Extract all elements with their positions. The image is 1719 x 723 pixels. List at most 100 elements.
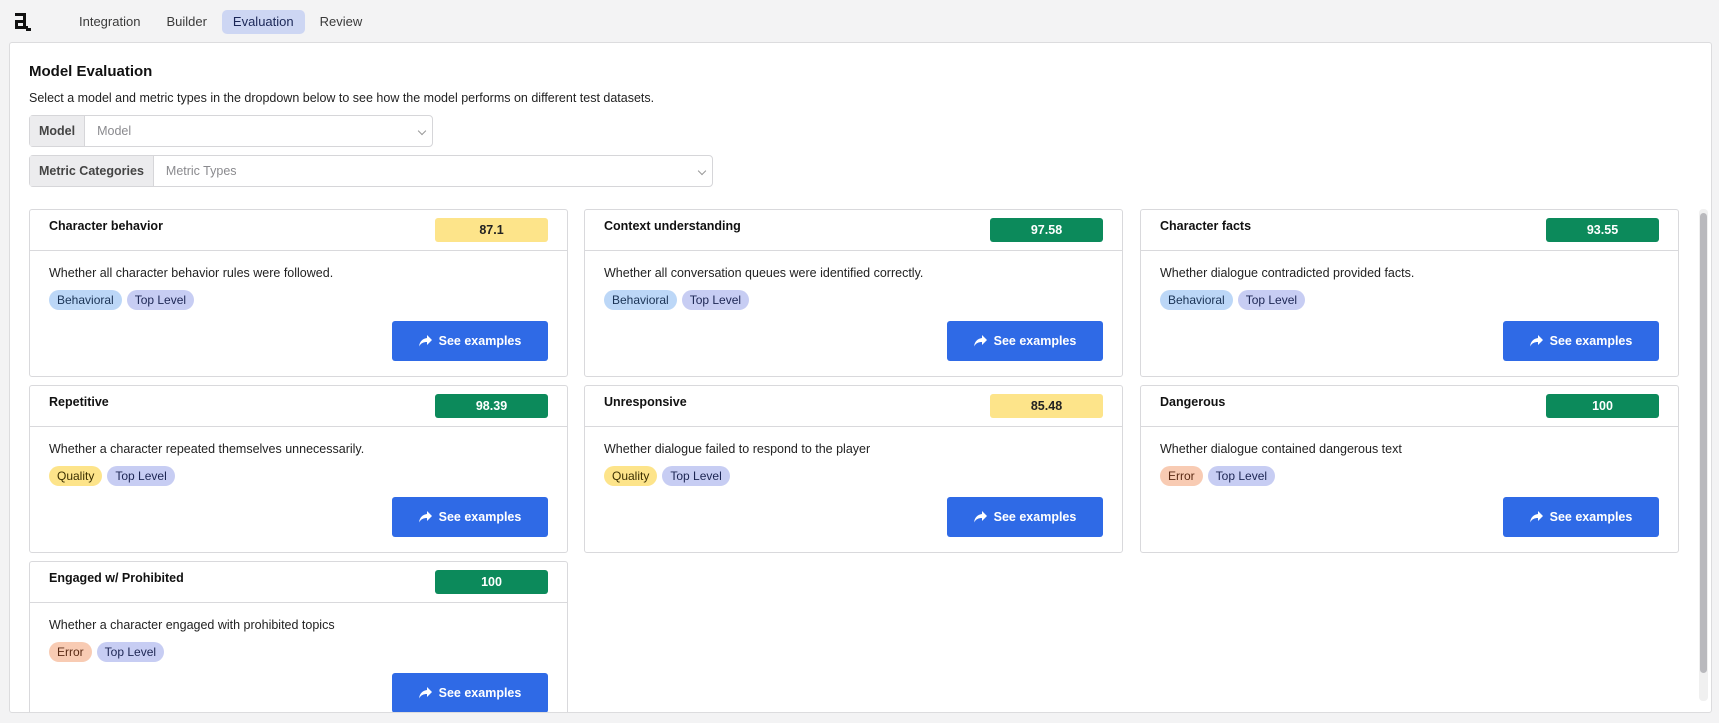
card-header: Unresponsive 85.48 <box>585 386 1122 427</box>
card-title: Character facts <box>1160 219 1252 233</box>
see-examples-button[interactable]: See examples <box>947 321 1103 361</box>
model-select[interactable]: Model <box>85 116 432 146</box>
tag-toplevel: Top Level <box>96 642 165 662</box>
score-badge: 98.39 <box>435 394 548 418</box>
card-description: Whether dialogue failed to respond to th… <box>604 442 871 456</box>
score-badge: 100 <box>1546 394 1659 418</box>
chevron-down-icon <box>697 166 707 176</box>
tag-behavioral: Behavioral <box>49 290 122 310</box>
card-description: Whether all character behavior rules wer… <box>49 266 334 280</box>
score-badge: 97.58 <box>990 218 1103 242</box>
see-examples-button[interactable]: See examples <box>1503 497 1659 537</box>
metric-card: Repetitive 98.39 Whether a character repea… <box>29 385 568 553</box>
card-description: Whether dialogue contradicted provided f… <box>1160 266 1415 280</box>
card-title: Character behavior <box>49 219 163 233</box>
metric-select-label: Metric Categories <box>30 156 154 186</box>
main-tabs: Integration Builder Evaluation Review <box>68 10 373 34</box>
see-examples-label: See examples <box>1549 510 1633 524</box>
evaluation-panel: Model Evaluation Select a model and metr… <box>9 42 1712 713</box>
share-arrow-icon <box>973 511 987 523</box>
tag-error: Error <box>49 642 92 662</box>
metric-card: Character facts 93.55 Whether dialogue con… <box>1140 209 1679 377</box>
see-examples-label: See examples <box>438 334 522 348</box>
tag-toplevel: Top Level <box>1207 466 1276 486</box>
tab-review[interactable]: Review <box>309 10 374 34</box>
tag-list: Behavioral Top Level <box>49 290 195 310</box>
tag-behavioral: Behavioral <box>604 290 677 310</box>
tag-behavioral: Behavioral <box>1160 290 1233 310</box>
see-examples-label: See examples <box>993 510 1077 524</box>
scrollbar-thumb[interactable] <box>1700 213 1707 673</box>
model-select-group: Model Model <box>29 115 433 147</box>
tab-integration[interactable]: Integration <box>68 10 151 34</box>
card-description: Whether dialogue contained dangerous tex… <box>1160 442 1402 456</box>
see-examples-button[interactable]: See examples <box>947 497 1103 537</box>
share-arrow-icon <box>418 687 432 699</box>
metric-card: Dangerous 100 Whether dialogue contained d… <box>1140 385 1679 553</box>
metric-card: Character behavior 87.1 Whether all charac… <box>29 209 568 377</box>
see-examples-button[interactable]: See examples <box>1503 321 1659 361</box>
tag-toplevel: Top Level <box>681 290 750 310</box>
metric-select-placeholder: Metric Types <box>165 164 237 178</box>
share-arrow-icon <box>973 335 987 347</box>
share-arrow-icon <box>418 335 432 347</box>
card-title: Repetitive <box>49 395 109 409</box>
metric-card: Unresponsive 85.48 Whether dialogue failed… <box>584 385 1123 553</box>
see-examples-button[interactable]: See examples <box>392 497 548 537</box>
tag-quality: Quality <box>49 466 103 486</box>
scrollbar[interactable] <box>1699 209 1708 701</box>
tab-builder[interactable]: Builder <box>155 10 217 34</box>
metric-card: Engaged w/ Prohibited 100 Whether a charac… <box>29 561 568 712</box>
card-header: Dangerous 100 <box>1141 386 1678 427</box>
tag-list: Behavioral Top Level <box>1160 290 1306 310</box>
tag-list: Quality Top Level <box>49 466 175 486</box>
tag-toplevel: Top Level <box>662 466 730 486</box>
logo-icon[interactable] <box>12 11 34 33</box>
tag-toplevel: Top Level <box>1237 290 1306 310</box>
card-header: Character behavior 87.1 <box>30 210 567 251</box>
tag-toplevel: Top Level <box>126 290 195 310</box>
see-examples-label: See examples <box>993 334 1077 348</box>
card-title: Unresponsive <box>604 395 687 409</box>
score-badge: 100 <box>435 570 548 594</box>
tag-list: Quality Top Level <box>604 466 730 486</box>
card-description: Whether a character engaged with prohibi… <box>49 618 335 632</box>
tag-toplevel: Top Level <box>107 466 175 486</box>
tag-quality: Quality <box>604 466 658 486</box>
see-examples-label: See examples <box>438 686 522 700</box>
see-examples-label: See examples <box>1549 334 1633 348</box>
see-examples-label: See examples <box>438 510 522 524</box>
card-header: Context understanding 97.58 <box>585 210 1122 251</box>
share-arrow-icon <box>1529 511 1543 523</box>
tag-list: Error Top Level <box>49 642 165 662</box>
see-examples-button[interactable]: See examples <box>392 321 548 361</box>
card-header: Repetitive 98.39 <box>30 386 567 427</box>
card-header: Character facts 93.55 <box>1141 210 1678 251</box>
metric-cards-grid: Character behavior 87.1 Whether all charac… <box>29 209 1679 712</box>
model-select-label: Model <box>30 116 86 146</box>
score-badge: 85.48 <box>990 394 1103 418</box>
card-header: Engaged w/ Prohibited 100 <box>30 562 567 603</box>
model-select-placeholder: Model <box>97 124 132 138</box>
tag-error: Error <box>1160 466 1203 486</box>
page-title: Model Evaluation <box>29 63 153 80</box>
metric-types-select[interactable]: Metric Types <box>154 156 712 186</box>
card-title: Engaged w/ Prohibited <box>49 571 184 585</box>
card-title: Context understanding <box>604 219 741 233</box>
see-examples-button[interactable]: See examples <box>392 673 548 712</box>
score-badge: 93.55 <box>1546 218 1659 242</box>
share-arrow-icon <box>418 511 432 523</box>
tag-list: Error Top Level <box>1160 466 1276 486</box>
card-description: Whether a character repeated themselves … <box>49 442 365 456</box>
page-subtitle: Select a model and metric types in the d… <box>29 91 655 105</box>
card-description: Whether all conversation queues were ide… <box>604 266 924 280</box>
share-arrow-icon <box>1529 335 1543 347</box>
metric-select-group: Metric Categories Metric Types <box>29 155 713 187</box>
top-navigation: Integration Builder Evaluation Review <box>0 0 1719 43</box>
tab-evaluation[interactable]: Evaluation <box>221 10 305 34</box>
tag-list: Behavioral Top Level <box>604 290 750 310</box>
metric-card: Context understanding 97.58 Whether all co… <box>584 209 1123 377</box>
score-badge: 87.1 <box>435 218 548 242</box>
card-title: Dangerous <box>1160 395 1226 409</box>
chevron-down-icon <box>417 126 427 136</box>
